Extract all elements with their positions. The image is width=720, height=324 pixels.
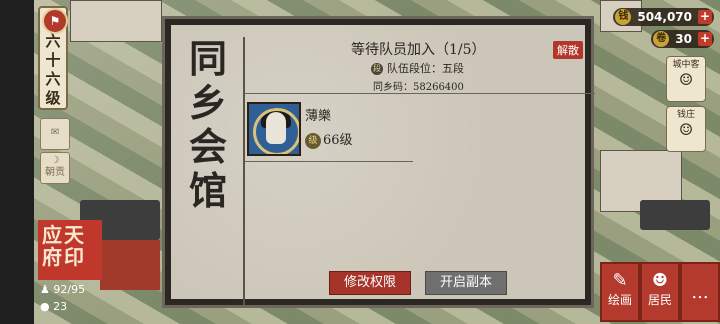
bank-label: 钱庄 <box>676 110 695 120</box>
resident-button[interactable]: ☻ 居民 <box>640 262 680 322</box>
chat-icon: ✉ <box>50 127 60 138</box>
player-level-text: 六十六级 <box>45 32 61 107</box>
avatar <box>247 102 301 156</box>
chat-button[interactable]: ✉ <box>40 118 70 150</box>
hometown-code: 同乡码：58266400 <box>373 82 464 93</box>
dissolve-button[interactable]: 解散 <box>553 41 583 59</box>
tribute-label: 朝贡 <box>45 167 65 178</box>
paint-button[interactable]: ✎ 绘画 <box>600 262 640 322</box>
add-scroll-button[interactable]: + <box>698 32 712 46</box>
coin-small-icon: ● <box>40 300 50 313</box>
team-rank: 段队伍段位：五段 <box>371 60 464 76</box>
rank-icon: 段 <box>371 63 383 75</box>
map-building <box>70 0 162 42</box>
title-divider <box>243 37 245 305</box>
add-coin-button[interactable]: + <box>698 10 712 24</box>
population-readout: ♟ 92/95 <box>40 283 85 296</box>
paint-label: 绘画 <box>607 293 632 307</box>
bank-card[interactable]: 钱庄 ☺ <box>666 106 706 152</box>
city-seal[interactable]: 应天府印 <box>38 220 102 280</box>
dialog-title: 同乡会馆 <box>188 36 227 213</box>
hometown-hall-dialog: 同乡会馆 等待队员加入（1/5） 解散 段队伍段位：五段 同乡码：5826640… <box>162 16 595 308</box>
header-divider <box>245 93 595 94</box>
coin-icon: 钱 <box>615 9 632 25</box>
scroll-icon: 卷 <box>653 31 670 47</box>
resident-label: 居民 <box>647 293 672 307</box>
scroll-value: 30 <box>675 32 692 46</box>
city-name: 应天府印 <box>42 223 86 269</box>
counter-readout: ● 23 <box>40 300 67 313</box>
screen-edge <box>0 0 34 324</box>
more-icon: ... <box>691 282 709 303</box>
member-name: 薄樂 <box>305 109 332 124</box>
flag-icon: ⚑ <box>42 8 68 34</box>
guest-label: 城中客 <box>672 60 700 70</box>
bow-icon: ☽ <box>50 155 60 166</box>
team-status: 等待队员加入（1/5） <box>351 42 486 58</box>
modify-permissions-button[interactable]: 修改权限 <box>329 271 411 295</box>
map-wall <box>100 240 160 290</box>
bank-icon: ☺ <box>678 120 694 139</box>
coin-resource: 钱 504,070 + <box>613 8 714 26</box>
member-divider <box>245 161 413 162</box>
start-dungeon-button[interactable]: 开启副本 <box>425 271 507 295</box>
counter-value: 23 <box>53 300 68 313</box>
more-button[interactable]: ... <box>680 262 720 322</box>
member-level-text: 66级 <box>323 133 353 148</box>
member-level: 级 66级 <box>305 129 353 149</box>
level-icon: 级 <box>305 132 321 149</box>
paint-icon: ✎ <box>612 270 628 291</box>
scroll-resource: 卷 30 + <box>651 30 714 48</box>
member-slot[interactable]: 薄樂 级 66级 <box>245 99 415 161</box>
map-roof <box>640 200 710 230</box>
guest-card[interactable]: 城中客 ☺ <box>666 56 706 102</box>
population-value: 92/95 <box>53 283 86 296</box>
avatar-frame <box>253 108 299 154</box>
resident-icon: ☻ <box>651 270 669 291</box>
person-icon: ♟ <box>40 283 50 296</box>
dialog-paper: 同乡会馆 等待队员加入（1/5） 解散 段队伍段位：五段 同乡码：5826640… <box>171 25 595 305</box>
guest-icon: ☺ <box>678 70 694 89</box>
team-rank-text: 队伍段位：五段 <box>387 62 464 75</box>
coin-value: 504,070 <box>637 10 692 24</box>
tribute-button[interactable]: ☽ 朝贡 <box>40 152 70 184</box>
